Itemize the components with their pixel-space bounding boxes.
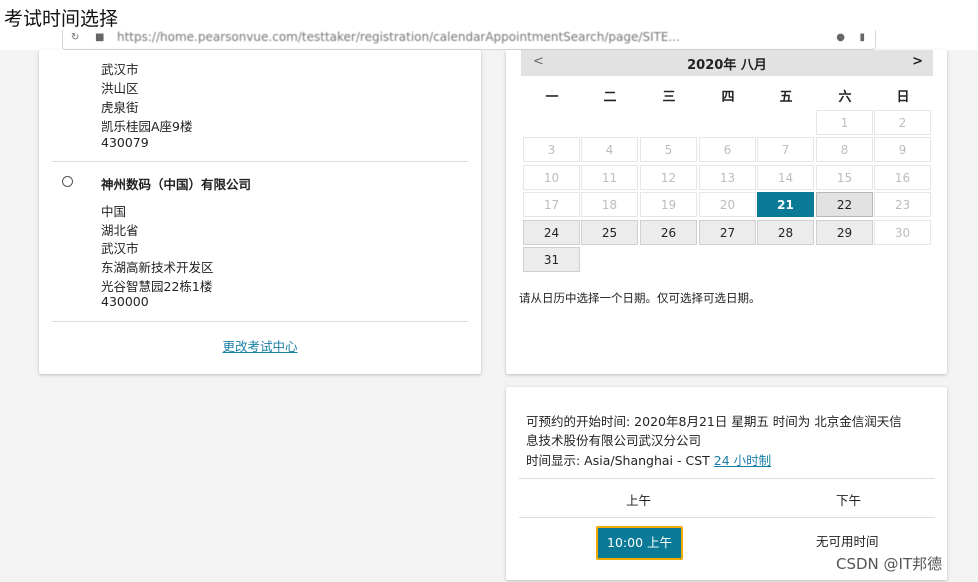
am-column-header: 上午 bbox=[625, 493, 651, 508]
calendar-card: < 2020年 八月 > 一二三四五六日 1 2 3 4 5 6 7 8 9 10 11 12 13 14… bbox=[506, 50, 947, 374]
calendar-day[interactable]: 22 bbox=[816, 192, 873, 217]
start-time-intro-cont: 息技术股份有限公司武汉分公司 bbox=[526, 433, 702, 448]
calendar-day: 20 bbox=[699, 192, 756, 217]
calendar-day: 6 bbox=[699, 137, 756, 162]
address-line: 430000 bbox=[101, 294, 149, 309]
address-line: 凯乐桂园A座9楼 bbox=[101, 119, 193, 134]
calendar-note: 请从日历中选择一个日期。仅可选择可选日期。 bbox=[519, 291, 761, 305]
url-text[interactable]: https://home.pearsonvue.com/testtaker/re… bbox=[117, 30, 680, 44]
calendar-day: 7 bbox=[757, 137, 814, 162]
time-format-link[interactable]: 24 小时制 bbox=[714, 453, 771, 468]
calendar-day: 13 bbox=[699, 165, 756, 190]
weekday-label: 四 bbox=[721, 90, 735, 105]
calendar-day: 2 bbox=[874, 110, 931, 135]
calendar-day: 10 bbox=[523, 165, 580, 190]
reload-icon[interactable]: ↻ bbox=[71, 32, 79, 43]
calendar-day[interactable]: 25 bbox=[581, 220, 638, 245]
address-line: 中国 bbox=[101, 204, 127, 219]
calendar-day: 3 bbox=[523, 137, 580, 162]
weekday-label: 六 bbox=[838, 90, 852, 105]
watermark: CSDN @IT邦德 bbox=[836, 555, 943, 573]
calendar-day: 23 bbox=[874, 192, 931, 217]
timezone-label: 时间显示: Asia/Shanghai - CST bbox=[526, 453, 710, 468]
calendar-day: 8 bbox=[816, 137, 873, 162]
account-icon[interactable]: ● bbox=[836, 32, 845, 43]
calendar-day[interactable]: 24 bbox=[523, 220, 580, 245]
divider bbox=[52, 321, 468, 322]
calendar-header: < 2020年 八月 > bbox=[521, 50, 933, 76]
time-selection-card: 可预约的开始时间: 2020年8月21日 星期五 时间为 北京金信润天信 息技术… bbox=[506, 387, 947, 580]
calendar-day: 16 bbox=[874, 165, 931, 190]
calendar-day: 19 bbox=[640, 192, 697, 217]
calendar-day: 9 bbox=[874, 137, 931, 162]
calendar-day: 30 bbox=[874, 220, 931, 245]
browser-address-bar[interactable]: ↻ ■ https://home.pearsonvue.com/testtake… bbox=[62, 30, 876, 50]
divider bbox=[519, 478, 935, 479]
calendar-day[interactable]: 31 bbox=[523, 247, 580, 272]
timezone-line: 时间显示: Asia/Shanghai - CST 24 小时制 bbox=[526, 450, 771, 469]
weekday-label: 二 bbox=[603, 90, 617, 105]
calendar-day: 15 bbox=[816, 165, 873, 190]
calendar-day: 18 bbox=[581, 192, 638, 217]
calendar-day: 12 bbox=[640, 165, 697, 190]
calendar-day: 4 bbox=[581, 137, 638, 162]
weekday-label: 五 bbox=[779, 90, 793, 105]
calendar-day: 14 bbox=[757, 165, 814, 190]
calendar-day: 11 bbox=[581, 165, 638, 190]
calendar-day[interactable]: 26 bbox=[640, 220, 697, 245]
calendar-day: 1 bbox=[816, 110, 873, 135]
weekday-label: 一 bbox=[545, 90, 559, 105]
time-slot-button[interactable]: 10:00 上午 bbox=[596, 526, 683, 560]
calendar-day[interactable]: 21 bbox=[757, 192, 814, 217]
address-line: 430079 bbox=[101, 135, 149, 150]
address-line: 洪山区 bbox=[101, 81, 139, 96]
weekday-label: 日 bbox=[896, 90, 910, 105]
pm-column-header: 下午 bbox=[835, 493, 861, 508]
calendar-day[interactable]: 29 bbox=[816, 220, 873, 245]
address-line: 虎泉街 bbox=[101, 100, 139, 115]
calendar-month-label: 2020年 八月 bbox=[687, 58, 767, 73]
bookmark-icon[interactable]: ▮ bbox=[859, 32, 865, 43]
calendar-day: 17 bbox=[523, 192, 580, 217]
lock-icon: ■ bbox=[95, 32, 105, 43]
center-name[interactable]: 神州数码（中国）有限公司 bbox=[101, 174, 251, 193]
no-time-available: 无可用时间 bbox=[816, 534, 879, 549]
address-line: 武汉市 bbox=[101, 62, 139, 77]
address-line: 武汉市 bbox=[101, 241, 139, 256]
address-line: 东湖高新技术开发区 bbox=[101, 260, 214, 275]
divider bbox=[519, 517, 935, 518]
page-title: 考试时间选择 bbox=[4, 8, 119, 30]
test-center-card: 武汉市 洪山区 虎泉街 凯乐桂园A座9楼 430079 神州数码（中国）有限公司… bbox=[39, 50, 481, 374]
start-time-intro: 可预约的开始时间: 2020年8月21日 星期五 时间为 北京金信润天信 bbox=[526, 414, 902, 429]
change-center-link[interactable]: 更改考试中心 bbox=[39, 336, 481, 355]
calendar-day: 5 bbox=[640, 137, 697, 162]
divider bbox=[52, 161, 468, 162]
center-radio[interactable] bbox=[62, 176, 73, 187]
calendar-day[interactable]: 28 bbox=[757, 220, 814, 245]
next-month-button[interactable]: > bbox=[912, 54, 923, 69]
calendar-day[interactable]: 27 bbox=[699, 220, 756, 245]
weekday-label: 三 bbox=[662, 90, 676, 105]
address-line: 光谷智慧园22栋1楼 bbox=[101, 279, 213, 294]
address-line: 湖北省 bbox=[101, 223, 139, 238]
